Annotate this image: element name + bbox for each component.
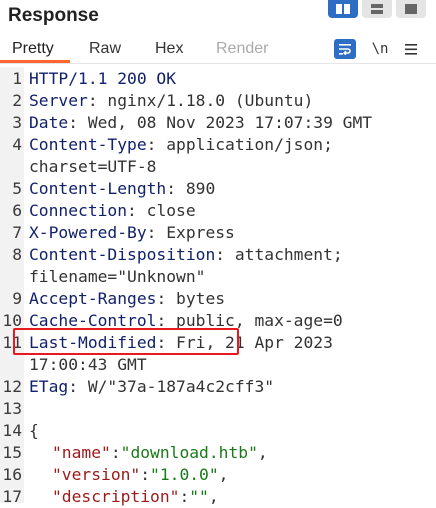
code-text: Server: nginx/1.18.0 (Ubuntu) [29, 90, 313, 112]
newline-toggle-button[interactable]: \n [370, 39, 390, 59]
panel-title: Response [8, 5, 99, 26]
line-number: 15 [2, 443, 22, 462]
header-value: : Express [146, 223, 235, 242]
header-value: : bytes [156, 289, 226, 308]
layout-side-by-side-button[interactable] [328, 0, 358, 18]
json-key: "description" [52, 487, 180, 506]
code-text: Content-Type: application/json; [29, 134, 333, 156]
header-value: : application/json; [146, 135, 333, 154]
line-number: 2 [12, 91, 22, 110]
code-text: { [29, 420, 39, 442]
line-number: 9 [12, 289, 22, 308]
line-number: 13 [2, 399, 22, 418]
json-comma: , [218, 465, 229, 484]
code-text: X-Powered-By: Express [29, 222, 235, 244]
json-text: "version":"1.0.0", [52, 464, 228, 486]
code-text: Date: Wed, 08 Nov 2023 17:07:39 GMT [29, 112, 372, 134]
layout-single-button[interactable] [396, 0, 426, 18]
wrap-lines-button[interactable] [334, 39, 356, 59]
code-text: charset=UTF-8 [29, 156, 156, 178]
code-text: Accept-Ranges: bytes [29, 288, 225, 310]
json-colon: : [110, 443, 121, 462]
active-tab-indicator [0, 60, 70, 63]
tab-hex[interactable]: Hex [155, 40, 183, 58]
code-text: Connection: close [29, 200, 196, 222]
response-editor[interactable]: 1 HTTP/1.1 200 OK 2 Server: nginx/1.18.0 (U… [0, 67, 436, 506]
header-name: Content-Disposition [29, 245, 216, 264]
hamburger-menu-icon [405, 43, 417, 55]
code-text: ETag: W/"37a-187a4c2cff3" [29, 376, 274, 398]
header-name: X-Powered-By [29, 223, 147, 242]
layout-stacked-button[interactable] [362, 0, 392, 18]
highlight-annotation-box [13, 328, 239, 355]
line-number: 12 [2, 377, 22, 396]
code-text: Content-Disposition: attachment; [29, 244, 343, 266]
response-panel-header: Response [0, 0, 436, 36]
view-tabs: Pretty Raw Hex Render \n [0, 36, 436, 64]
code-text: 17:00:43 GMT [29, 354, 147, 376]
header-value: : Wed, 08 Nov 2023 17:07:39 GMT [68, 113, 373, 132]
header-value: 17:00:43 GMT [29, 355, 147, 374]
line-number: 3 [12, 113, 22, 132]
header-value: : close [127, 201, 196, 220]
json-string-value: "" [189, 487, 209, 506]
header-name: Accept-Ranges [29, 289, 157, 308]
header-name: Connection [29, 201, 128, 220]
line-number: 6 [12, 201, 22, 220]
json-text: "description":"", [52, 486, 219, 508]
header-value: : nginx/1.18.0 (Ubuntu) [87, 91, 314, 110]
wrap-lines-icon [339, 44, 351, 55]
header-value: : 890 [166, 179, 216, 198]
layout-switcher [328, 0, 426, 18]
header-name: Content-Type [29, 135, 147, 154]
tab-pretty[interactable]: Pretty [12, 40, 54, 58]
json-comma: , [257, 443, 268, 462]
json-text: "name":"download.htb", [52, 442, 268, 464]
line-number: 14 [2, 421, 22, 440]
code-text: HTTP/1.1 200 OK [29, 68, 176, 90]
header-name: HTTP/1.1 200 OK [29, 69, 177, 88]
header-value: filename="Unknown" [29, 267, 206, 286]
line-number: 1 [12, 69, 22, 88]
tab-raw[interactable]: Raw [89, 40, 121, 58]
rows-icon [371, 4, 383, 14]
line-number: 5 [12, 179, 22, 198]
json-key: "version" [52, 465, 141, 484]
tab-render[interactable]: Render [216, 40, 268, 58]
header-name: ETag [29, 377, 69, 396]
json-string-value: "1.0.0" [150, 465, 219, 484]
json-key: "name" [52, 443, 111, 462]
json-comma: , [208, 487, 219, 506]
single-pane-icon [405, 4, 417, 14]
json-colon: : [140, 465, 151, 484]
line-number: 7 [12, 223, 22, 242]
line-number: 4 [12, 135, 22, 154]
header-name: Date [29, 113, 69, 132]
header-name: Server [29, 91, 88, 110]
header-value: : W/"37a-187a4c2cff3" [68, 377, 275, 396]
header-value: { [29, 421, 39, 440]
line-number: 16 [2, 465, 22, 484]
panel-menu-button[interactable] [402, 39, 420, 59]
header-name: Content-Length [29, 179, 167, 198]
code-text: Content-Length: 890 [29, 178, 215, 200]
json-colon: : [179, 487, 190, 506]
header-value: charset=UTF-8 [29, 157, 157, 176]
code-text: filename="Unknown" [29, 266, 205, 288]
columns-icon [336, 4, 350, 14]
header-value: : attachment; [215, 245, 343, 264]
line-number: 8 [12, 245, 22, 264]
line-number: 17 [2, 487, 22, 506]
json-string-value: "download.htb" [120, 443, 258, 462]
